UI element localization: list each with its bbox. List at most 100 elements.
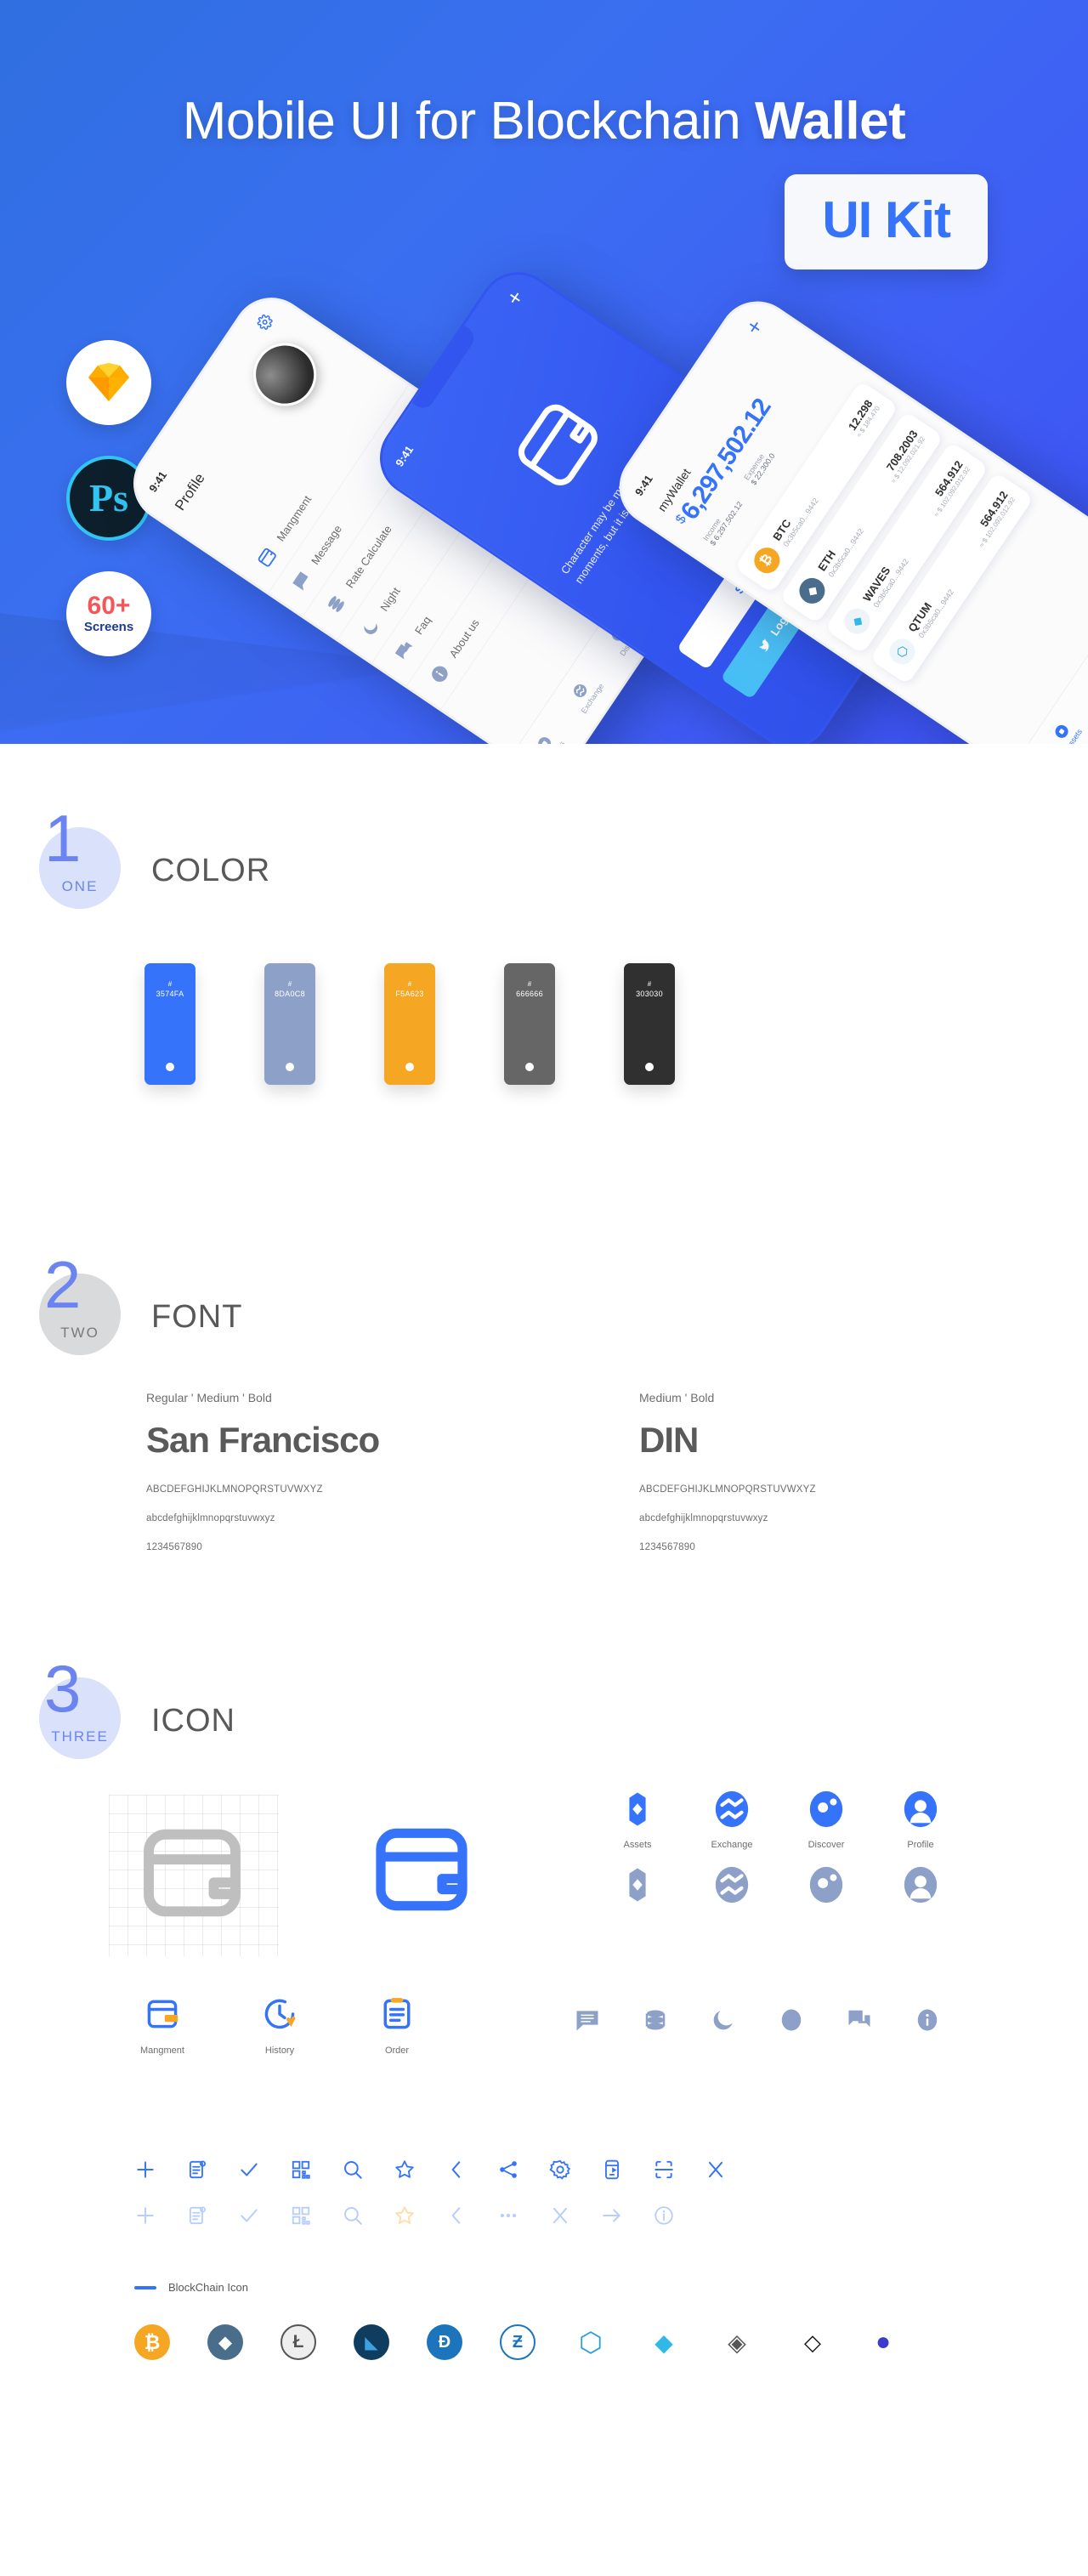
close-icon[interactable] — [549, 2204, 571, 2227]
waves-icon[interactable]: ◆ — [646, 2324, 682, 2360]
nav-icon-assets: Assets — [614, 1790, 661, 1909]
tab-assets[interactable]: Assets — [532, 729, 567, 744]
circle-icon[interactable] — [779, 2007, 804, 2033]
clock-icon[interactable] — [261, 1995, 298, 2033]
document-settings-icon[interactable] — [186, 2159, 208, 2181]
section-word: ONE — [61, 878, 99, 894]
font-lowercase-sample: abcdefghijklmnopqrstuvwxyz — [639, 1513, 768, 1523]
menu-item-label: About us — [446, 616, 482, 661]
close-icon[interactable] — [705, 2159, 727, 2181]
card-phone-icon[interactable] — [601, 2159, 623, 2181]
tab-bar: Assets Exchange — [1011, 561, 1088, 744]
page-title-regular: Mobile UI for Blockchain — [182, 92, 755, 150]
stack-icon[interactable] — [643, 2007, 668, 2033]
font-uppercase-sample: ABCDEFGHIJKLMNOPQRSTUVWXYZ — [639, 1484, 816, 1495]
page-title-bold: Wallet — [754, 92, 906, 150]
monero-symbol: ◇ — [804, 2329, 821, 2355]
info-icon[interactable] — [653, 2204, 675, 2227]
profile-icon-muted[interactable] — [901, 1865, 940, 1904]
star-icon[interactable] — [394, 2204, 416, 2227]
blockchain-section-label: BlockChain Icon — [168, 2281, 248, 2294]
page-title: Mobile UI for Blockchain Wallet — [0, 94, 1088, 149]
assets-icon[interactable] — [618, 1790, 657, 1829]
plus-icon[interactable]: + — [740, 315, 768, 339]
chevron-left-icon[interactable] — [445, 2204, 468, 2227]
discover-icon-muted[interactable] — [807, 1865, 846, 1904]
plus-icon[interactable] — [134, 2159, 156, 2181]
document-settings-icon[interactable] — [186, 2204, 208, 2227]
discover-icon[interactable] — [807, 1790, 846, 1829]
search-icon[interactable] — [342, 2159, 364, 2181]
assets-icon-muted[interactable] — [618, 1865, 657, 1904]
section-title: FONT — [151, 1299, 243, 1335]
swatch-hex: 666666 — [516, 990, 543, 998]
chevron-left-icon[interactable] — [445, 2159, 468, 2181]
nano-icon[interactable]: ● — [865, 2324, 901, 2360]
dash-icon[interactable]: Ð — [427, 2324, 462, 2360]
font-family-block: Regular ' Medium ' Bold San Francisco AB… — [146, 1391, 571, 1571]
ethereum-icon[interactable]: ◆ — [207, 2324, 243, 2360]
nano-symbol: ● — [875, 2328, 892, 2356]
profile-icon[interactable] — [901, 1790, 940, 1829]
phone-mockups: 9:41 Profile Mangment Message Rate Calcu… — [118, 257, 1088, 744]
check-icon[interactable] — [238, 2159, 260, 2181]
stack-icon — [328, 596, 344, 612]
qr-code-icon[interactable] — [290, 2159, 312, 2181]
search-icon[interactable] — [342, 2204, 364, 2227]
tab-exchange[interactable]: Exchange — [564, 672, 605, 715]
plus-icon[interactable] — [134, 2204, 156, 2227]
labeled-icon-label: History — [264, 2045, 295, 2056]
phone-notch — [165, 350, 232, 439]
bytecoin-icon[interactable]: ◣ — [354, 2324, 389, 2360]
blockchain-section-header: BlockChain Icon — [134, 2281, 901, 2294]
eos-icon[interactable]: ◈ — [719, 2324, 755, 2360]
scan-icon[interactable] — [653, 2159, 675, 2181]
info-icon — [432, 666, 448, 682]
phone-notch — [411, 325, 479, 413]
labeled-icon-mangment: Mangment — [136, 1995, 189, 2056]
ethereum-icon: ◆ — [794, 573, 830, 609]
swatch-hash: # — [647, 980, 652, 988]
wallet-icon — [258, 548, 276, 567]
dots-icon[interactable] — [497, 2204, 519, 2227]
status-time: 9:41 — [146, 468, 170, 495]
tab-assets[interactable]: Assets — [1049, 718, 1084, 744]
chat-icon[interactable] — [847, 2007, 872, 2033]
exchange-icon[interactable] — [712, 1790, 751, 1829]
wallet-icon — [144, 1829, 241, 1917]
star-icon[interactable] — [394, 2159, 416, 2181]
exchange-icon-muted[interactable] — [712, 1865, 751, 1904]
font-family-list: Regular ' Medium ' Bold San Francisco AB… — [0, 1391, 1088, 1571]
twitter-icon — [759, 638, 769, 652]
nav-icon-set: Assets Exchange Discover Profile — [614, 1790, 944, 1909]
check-icon[interactable] — [238, 2204, 260, 2227]
monero-icon[interactable]: ◇ — [792, 2324, 828, 2360]
bitcoin-symbol: ₿ — [144, 2330, 161, 2353]
wallet-icon — [497, 383, 622, 509]
eos-symbol: ◈ — [728, 2329, 746, 2356]
section-number: 1 — [44, 801, 81, 876]
labeled-icon-label: Order — [384, 2045, 410, 2056]
ethereum-symbol: ◆ — [218, 2332, 233, 2352]
plus-icon[interactable]: + — [501, 285, 529, 309]
litecoin-icon[interactable]: Ł — [280, 2324, 316, 2360]
clipboard-icon[interactable] — [378, 1995, 416, 2033]
swatch-dot — [405, 1063, 414, 1071]
wallet-icon[interactable] — [144, 1995, 181, 2033]
zcash-icon[interactable]: Ƶ — [500, 2324, 536, 2360]
waves-symbol: ◆ — [654, 2329, 673, 2356]
color-swatch: # 3574FA — [144, 963, 196, 1085]
gear-icon[interactable] — [549, 2159, 571, 2181]
share-icon[interactable] — [497, 2159, 519, 2181]
sketch-icon — [88, 363, 129, 401]
moon-icon[interactable] — [711, 2007, 736, 2033]
arrow-right-icon[interactable] — [601, 2204, 623, 2227]
message-icon[interactable] — [575, 2007, 600, 2033]
qtum-icon[interactable]: ⬡ — [573, 2324, 609, 2360]
qr-code-icon[interactable] — [290, 2204, 312, 2227]
bitcoin-icon[interactable]: ₿ — [134, 2324, 170, 2360]
gear-icon[interactable] — [254, 311, 279, 335]
info-icon[interactable] — [915, 2007, 940, 2033]
bitcoin-icon: ₿ — [749, 542, 785, 578]
phone-screen-title: Profile — [172, 470, 208, 513]
